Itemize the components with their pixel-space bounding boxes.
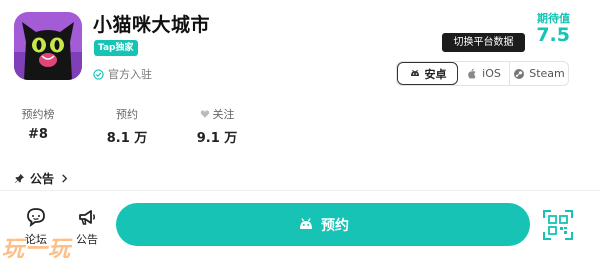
platform-android-button[interactable]: 安卓 [397, 62, 458, 85]
stat-followers: 关注 9.1 万 [194, 106, 240, 147]
qr-code-icon[interactable] [543, 210, 573, 240]
stat-label: 预约 [116, 107, 138, 121]
stat-label: 关注 [212, 107, 235, 121]
platform-ios-button[interactable]: iOS [458, 62, 510, 85]
chat-bubble-icon [27, 208, 45, 228]
heart-icon [200, 109, 209, 118]
chevron-right-icon [62, 174, 68, 183]
steam-icon [514, 68, 525, 79]
reserve-button[interactable]: 预约 [116, 203, 530, 246]
divider [0, 190, 600, 191]
announcement-label: 公告 [30, 172, 55, 186]
watermark: 玩一玩 [2, 237, 72, 262]
announcement-link[interactable]: 公告 [14, 170, 70, 187]
stat-label: 预约榜 [21, 107, 55, 121]
switch-platform-tooltip: 切换平台数据 [442, 33, 525, 52]
platform-ios-label: iOS [482, 67, 501, 80]
stat-reservation-rank: 预约榜 #8 [18, 106, 58, 143]
rating-value: 7.5 [536, 24, 570, 46]
stat-value: #8 [28, 127, 48, 142]
notice-label: 公告 [76, 233, 98, 246]
stat-value: 8.1 万 [106, 131, 148, 146]
verified-icon [93, 68, 104, 80]
pin-icon [15, 173, 25, 183]
reserve-label: 预约 [321, 217, 349, 234]
android-icon [300, 217, 312, 229]
apple-icon [468, 68, 476, 79]
android-icon [410, 69, 419, 76]
official-label: 官方入驻 [108, 68, 152, 81]
platform-switcher: 安卓 iOS Steam [396, 61, 569, 86]
game-icon[interactable] [14, 12, 82, 80]
stat-value: 9.1 万 [196, 131, 238, 146]
stat-reservations: 预约 8.1 万 [104, 106, 150, 147]
game-title: 小猫咪大城市 [93, 14, 211, 36]
notice-button[interactable]: 公告 [70, 206, 104, 247]
platform-android-label: 安卓 [424, 67, 447, 81]
tap-exclusive-badge: Tap独家 [94, 40, 138, 56]
official-verified: 官方入驻 [93, 66, 152, 82]
platform-steam-button[interactable]: Steam [510, 62, 568, 85]
megaphone-icon [79, 210, 95, 225]
platform-steam-label: Steam [529, 67, 565, 80]
